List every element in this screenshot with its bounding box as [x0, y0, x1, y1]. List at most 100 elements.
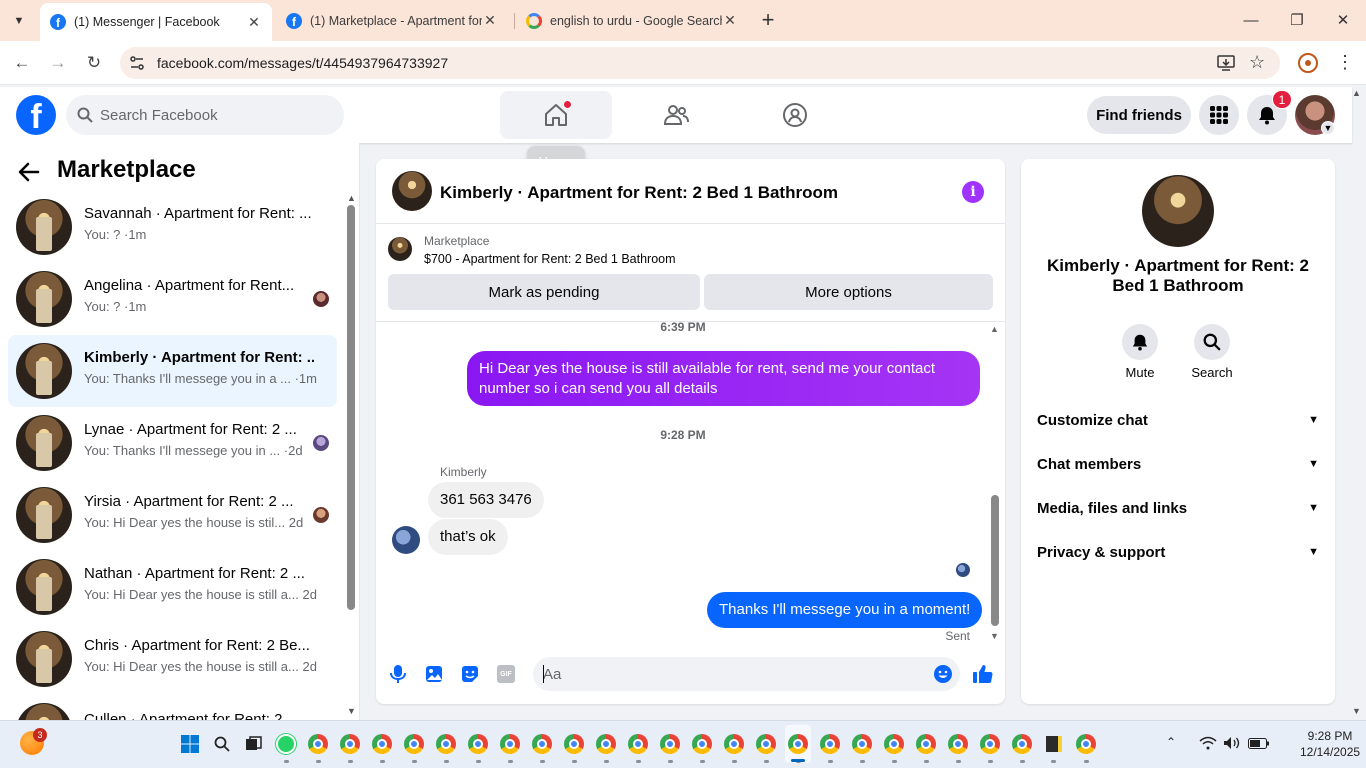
- sender-avatar[interactable]: [392, 526, 420, 554]
- browser-menu-icon[interactable]: ⋮: [1336, 52, 1354, 74]
- chrome-window-icon[interactable]: [851, 733, 873, 755]
- chrome-window-icon[interactable]: [371, 733, 393, 755]
- chrome-window-icon[interactable]: [819, 733, 841, 755]
- reload-icon[interactable]: ↻: [80, 50, 108, 76]
- chrome-window-icon[interactable]: [979, 733, 1001, 755]
- find-friends-button[interactable]: Find friends: [1087, 96, 1191, 134]
- search-conversation-button[interactable]: [1194, 324, 1230, 360]
- chrome-window-icon[interactable]: [787, 733, 809, 755]
- received-message[interactable]: that’s ok: [428, 519, 508, 555]
- chrome-window-icon[interactable]: [531, 733, 553, 755]
- nav-friends-tab[interactable]: [620, 91, 732, 139]
- thumbs-up-icon[interactable]: [971, 662, 995, 686]
- facebook-logo[interactable]: f: [16, 95, 56, 135]
- chrome-window-icon[interactable]: [563, 733, 585, 755]
- new-tab-button[interactable]: +: [758, 7, 778, 32]
- chrome-window-icon[interactable]: [1075, 733, 1097, 755]
- tab-google-search[interactable]: english to urdu - Google Search ✕: [516, 4, 748, 37]
- gif-icon[interactable]: GIF: [494, 662, 518, 686]
- nav-home-tab[interactable]: [500, 91, 612, 139]
- privacy-support-section[interactable]: Privacy & support ▼: [1029, 530, 1327, 574]
- info-icon[interactable]: i: [962, 181, 984, 203]
- conversation-item[interactable]: Chris · Apartment for Rent: 2 Be... You:…: [8, 623, 337, 695]
- facebook-search-input[interactable]: Search Facebook: [66, 95, 344, 135]
- forward-icon[interactable]: →: [44, 50, 72, 76]
- conversation-item[interactable]: Savannah · Apartment for Rent: ... You: …: [8, 191, 337, 263]
- whatsapp-icon[interactable]: [275, 733, 297, 755]
- show-hidden-icons-chevron-icon[interactable]: ⌃: [1166, 735, 1176, 749]
- listing-title[interactable]: $700 - Apartment for Rent: 2 Bed 1 Bathr…: [424, 252, 676, 266]
- search-icon[interactable]: [211, 733, 233, 755]
- emoji-icon[interactable]: [931, 662, 955, 686]
- chrome-window-icon[interactable]: [627, 733, 649, 755]
- chrome-window-icon[interactable]: [307, 733, 329, 755]
- customize-chat-section[interactable]: Customize chat ▼: [1029, 398, 1327, 442]
- scroll-down-icon[interactable]: ▼: [347, 706, 356, 716]
- tab-search-chevron-icon[interactable]: ▼: [8, 11, 30, 31]
- chrome-window-icon[interactable]: [915, 733, 937, 755]
- chrome-window-icon[interactable]: [659, 733, 681, 755]
- sent-message[interactable]: Thanks I'll messege you in a moment!: [707, 592, 983, 628]
- chat-title[interactable]: Kimberly · Apartment for Rent: 2 Bed 1 B…: [440, 183, 838, 203]
- scroll-up-icon[interactable]: ▲: [347, 193, 356, 203]
- received-message[interactable]: 361 563 3476: [428, 482, 544, 518]
- chrome-window-icon[interactable]: [339, 733, 361, 755]
- chrome-window-icon[interactable]: [1011, 733, 1033, 755]
- sticker-icon[interactable]: [458, 662, 482, 686]
- chrome-window-icon[interactable]: [883, 733, 905, 755]
- chat-members-section[interactable]: Chat members ▼: [1029, 442, 1327, 486]
- close-icon[interactable]: ✕: [246, 14, 262, 31]
- battery-icon[interactable]: [1248, 738, 1270, 749]
- scroll-up-icon[interactable]: ▲: [1352, 88, 1361, 98]
- bookmark-star-icon[interactable]: ☆: [1249, 52, 1269, 72]
- chrome-window-icon[interactable]: [499, 733, 521, 755]
- chat-avatar[interactable]: [392, 171, 432, 211]
- sidebar-scrollbar[interactable]: [347, 205, 355, 610]
- mute-button[interactable]: [1122, 324, 1158, 360]
- chevron-down-icon[interactable]: ▼: [1321, 121, 1335, 135]
- mark-as-pending-button[interactable]: Mark as pending: [388, 274, 700, 310]
- chrome-window-icon[interactable]: [723, 733, 745, 755]
- restore-icon[interactable]: ❐: [1274, 0, 1320, 40]
- scroll-up-icon[interactable]: ▲: [990, 324, 999, 334]
- chrome-window-icon[interactable]: [467, 733, 489, 755]
- photo-icon[interactable]: [422, 662, 446, 686]
- address-bar[interactable]: facebook.com/messages/t/4454937964733927: [120, 47, 1280, 79]
- minimize-icon[interactable]: —: [1228, 0, 1274, 40]
- listing-thumbnail[interactable]: [388, 237, 412, 261]
- menu-button[interactable]: [1199, 95, 1239, 135]
- chrome-window-icon[interactable]: [595, 733, 617, 755]
- scroll-down-icon[interactable]: ▼: [1352, 706, 1361, 716]
- chat-scrollbar[interactable]: [991, 495, 999, 626]
- volume-icon[interactable]: [1223, 736, 1241, 750]
- conversation-item[interactable]: Angelina · Apartment for Rent... You: ? …: [8, 263, 337, 335]
- media-files-links-section[interactable]: Media, files and links ▼: [1029, 486, 1327, 530]
- conversation-item[interactable]: Lynae · Apartment for Rent: 2 ... You: T…: [8, 407, 337, 479]
- install-app-icon[interactable]: [1216, 54, 1236, 72]
- chrome-window-icon[interactable]: [403, 733, 425, 755]
- sent-message[interactable]: Hi Dear yes the house is still available…: [467, 351, 980, 406]
- clock-date[interactable]: 12/14/2025: [1300, 745, 1360, 759]
- conversation-item[interactable]: Yirsia · Apartment for Rent: 2 ... You: …: [8, 479, 337, 551]
- microphone-icon[interactable]: [386, 662, 410, 686]
- back-icon[interactable]: ←: [8, 50, 36, 76]
- scroll-down-icon[interactable]: ▼: [990, 631, 999, 641]
- wifi-icon[interactable]: [1199, 736, 1217, 750]
- profile-icon[interactable]: [1298, 53, 1318, 73]
- conversation-item-selected[interactable]: Kimberly · Apartment for Rent: ... You: …: [8, 335, 337, 407]
- back-arrow-icon[interactable]: [18, 159, 46, 185]
- nav-groups-tab[interactable]: [739, 91, 851, 139]
- conversation-item[interactable]: Cullen · Apartment for Rent: 2 ...: [8, 695, 337, 720]
- tab-marketplace[interactable]: f (1) Marketplace - Apartment for ✕: [276, 4, 508, 37]
- more-options-button[interactable]: More options: [704, 274, 993, 310]
- chrome-window-icon[interactable]: [691, 733, 713, 755]
- close-icon[interactable]: ✕: [482, 12, 498, 29]
- site-info-icon[interactable]: [128, 54, 146, 72]
- profile-avatar-large[interactable]: [1142, 175, 1214, 247]
- chrome-window-icon[interactable]: [947, 733, 969, 755]
- message-input[interactable]: Aa: [533, 657, 960, 691]
- clock-time[interactable]: 9:28 PM: [1300, 729, 1360, 743]
- close-icon[interactable]: ✕: [722, 12, 738, 29]
- tab-messenger[interactable]: f (1) Messenger | Facebook ✕: [40, 3, 272, 41]
- sticky-notes-icon[interactable]: [1043, 733, 1065, 755]
